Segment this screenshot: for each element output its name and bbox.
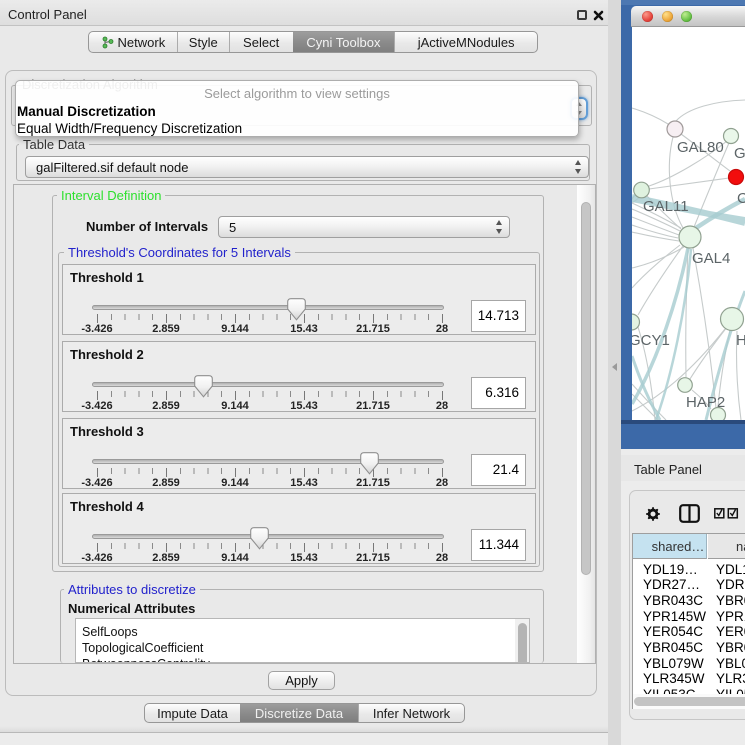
svg-text:GAL11: GAL11 [643, 198, 689, 215]
svg-text:GCY1: GCY1 [632, 332, 670, 349]
svg-text:GAL4: GAL4 [692, 250, 730, 267]
svg-text:GAL80: GAL80 [677, 139, 724, 156]
svg-text:HIS4: HIS4 [736, 332, 745, 349]
svg-text:HAP2: HAP2 [686, 394, 725, 411]
svg-text:GAL: GAL [734, 145, 745, 162]
svg-text:CD: CD [737, 190, 745, 207]
